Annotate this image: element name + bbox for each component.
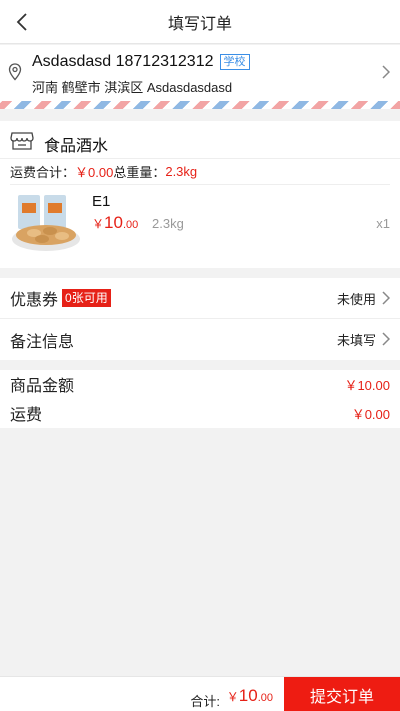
weight-label: 总重量： (113, 165, 166, 180)
product-price: ￥10.00 (92, 213, 138, 233)
total-value: ￥10.00 (227, 686, 273, 706)
weight-value: 2.3kg (165, 164, 198, 179)
address-tag: 学校 (219, 54, 250, 70)
back-button[interactable] (10, 10, 34, 34)
total-label: 合计: (190, 694, 220, 709)
freight-value: ￥0.00 (351, 406, 390, 422)
product-quantity: x1 (376, 216, 390, 231)
goods-amount-row: 商品金额 ￥10.00 (0, 372, 400, 396)
amount-summary: 商品金额 ￥10.00 运费 ￥0.00 (0, 370, 400, 428)
product-weight: 2.3kg (152, 216, 184, 231)
address-card[interactable]: Asdasdasd 18712312312 学校 河南 鹤壁市 淇滨区 Asda… (0, 45, 400, 101)
order-options: 优惠券 0张可用 未使用 备注信息 未填写 (0, 278, 400, 360)
product-price-currency: ￥ (92, 217, 105, 231)
chevron-right-icon (382, 65, 390, 79)
airmail-stripe (0, 101, 400, 109)
location-icon (8, 63, 22, 81)
freight-row: 运费 ￥0.00 (0, 401, 400, 425)
store-icon (10, 132, 34, 150)
remark-row[interactable]: 备注信息 未填写 (0, 319, 400, 360)
shipping-value: ￥0.00 (75, 165, 114, 180)
consignee-name-phone: Asdasdasd 18712312312 (32, 53, 214, 70)
remark-label: 备注信息 (10, 333, 75, 351)
total-decimal: .00 (257, 692, 273, 704)
product-image[interactable] (10, 193, 82, 253)
store-section: 食品酒水 运费合计： ￥0.00 总重量： 2.3kg E1 ￥10.00 2.… (0, 121, 400, 268)
nav-bar: 填写订单 (0, 0, 400, 44)
remark-value: 未填写 (336, 333, 376, 348)
shipping-summary: 运费合计： ￥0.00 总重量： 2.3kg (10, 159, 390, 185)
freight-label: 运费 (10, 407, 43, 424)
coupon-label: 优惠券 (10, 292, 59, 309)
checkout-bar: 合计: ￥10.00 提交订单 (0, 676, 400, 711)
shipping-label: 运费合计： (10, 165, 76, 180)
submit-order-button[interactable]: 提交订单 (284, 677, 400, 711)
address-detail: 河南 鹤壁市 淇滨区 Asdasdasdasd (32, 80, 233, 95)
store-header: 食品酒水 (0, 121, 400, 159)
chevron-left-icon (16, 13, 27, 31)
goods-amount-label: 商品金额 (10, 378, 75, 395)
goods-amount-value: ￥10.00 (344, 377, 390, 393)
page-title: 填写订单 (167, 15, 232, 33)
product-price-integer: 10 (104, 213, 123, 232)
coupon-available-badge: 0张可用 (62, 289, 111, 307)
store-name: 食品酒水 (44, 138, 109, 155)
chevron-right-icon (382, 332, 390, 346)
total-integer: 10 (238, 686, 258, 705)
address-name-phone: Asdasdasd 18712312312 学校 (32, 53, 250, 71)
coupon-row[interactable]: 优惠券 0张可用 未使用 (0, 278, 400, 319)
coupon-value: 未使用 (336, 291, 376, 307)
product-name: E1 (92, 193, 111, 210)
product-price-decimal: .00 (122, 219, 139, 231)
total-currency: ￥ (226, 690, 239, 704)
chevron-right-icon (382, 291, 390, 305)
